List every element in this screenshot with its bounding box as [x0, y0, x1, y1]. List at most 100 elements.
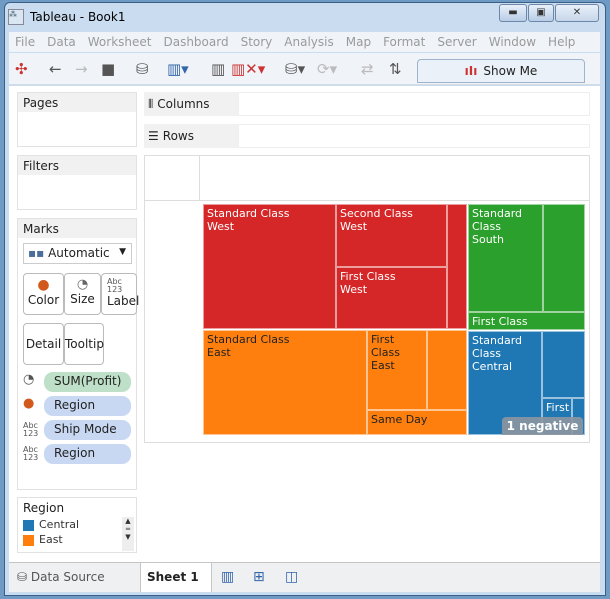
tile-label: Same Day	[371, 413, 428, 426]
detail-label: Detail	[25, 337, 62, 351]
filters-title: Filters	[18, 156, 136, 175]
pill-ship-mode[interactable]: Ship Mode	[44, 420, 131, 440]
menu-analysis[interactable]: Analysis	[278, 35, 339, 49]
tile-second-east[interactable]	[427, 330, 467, 410]
color-icon: ●	[23, 396, 35, 411]
tile-first-south[interactable]: First Class	[468, 312, 585, 330]
menu-dashboard[interactable]: Dashboard	[157, 35, 234, 49]
tile-label: West	[207, 220, 235, 233]
abc-123-icon: Abc 123	[107, 278, 136, 294]
tile-label: South	[472, 233, 504, 246]
rows-shelf[interactable]	[238, 124, 590, 148]
size-icon: ◔	[23, 372, 35, 387]
menu-bar: File Data Worksheet Dashboard Story Anal…	[9, 32, 600, 52]
tile-label: First Class	[472, 315, 528, 328]
label-label: Label	[107, 294, 140, 308]
detail-button[interactable]: Detail	[23, 323, 64, 365]
menu-server[interactable]: Server	[431, 35, 482, 49]
tile-standard-west[interactable]: Standard Class West	[203, 204, 336, 329]
tile-label: First Class	[340, 270, 396, 283]
rows-shelf-label: ☰ Rows	[144, 124, 238, 148]
columns-shelf-label: ⦀ Columns	[144, 92, 238, 116]
label-icon: Abc 123	[23, 421, 39, 438]
new-story-icon[interactable]: ◫	[285, 569, 298, 585]
tooltip-label: Tooltip	[65, 337, 104, 351]
sheet-1-tab[interactable]: Sheet 1	[140, 563, 212, 592]
tile-label: Standard	[472, 334, 523, 347]
legend-item-central[interactable]: Central	[18, 517, 136, 532]
tile-second-south[interactable]	[543, 204, 585, 312]
rows-icon: ☰	[148, 129, 159, 143]
tile-second-central[interactable]	[542, 331, 585, 398]
data-source-label: Data Source	[30, 570, 105, 584]
color-label: Color	[27, 293, 60, 307]
menu-story[interactable]: Story	[235, 35, 279, 49]
menu-worksheet[interactable]: Worksheet	[82, 35, 158, 49]
size-label: Size	[70, 292, 95, 306]
sort-icon[interactable]: ⇅	[389, 60, 402, 78]
new-worksheet-icon[interactable]: ▥	[221, 569, 234, 585]
tile-standard-south[interactable]: Standard Class South	[468, 204, 543, 312]
tile-first-west[interactable]: First Class West	[336, 267, 447, 329]
forward-icon[interactable]: →	[75, 60, 88, 78]
pill-region-color[interactable]: Region	[44, 396, 131, 416]
pages-card[interactable]: Pages	[17, 92, 137, 147]
back-icon[interactable]: ←	[49, 60, 62, 78]
menu-map[interactable]: Map	[340, 35, 377, 49]
legend-label: East	[39, 533, 63, 546]
marks-title: Marks	[18, 219, 136, 238]
swap-icon[interactable]: ⇄	[361, 60, 374, 78]
menu-window[interactable]: Window	[483, 35, 542, 49]
window-title: Tableau - Book1	[30, 10, 126, 24]
tile-label: West	[340, 283, 368, 296]
new-dashboard-icon[interactable]: ⊞	[253, 569, 265, 585]
sheet-tab-bar: ⛁ Data Source Sheet 1 ▥ ⊞ ◫	[9, 562, 600, 592]
pages-title: Pages	[18, 93, 136, 112]
menu-help[interactable]: Help	[542, 35, 581, 49]
mark-type-value: Automatic	[48, 246, 110, 260]
tile-second-west[interactable]: Second Class West	[336, 204, 447, 267]
menu-file[interactable]: File	[9, 35, 41, 49]
tableau-home-icon[interactable]: ✣	[15, 60, 28, 78]
tile-label: Class	[472, 347, 501, 360]
tooltip-button[interactable]: Tooltip	[64, 323, 104, 365]
close-button[interactable]: ✕	[555, 4, 599, 22]
minimize-button[interactable]: ▬	[499, 4, 527, 22]
tile-label: First	[546, 401, 570, 414]
size-button[interactable]: ◔ Size	[64, 273, 101, 315]
rows-label: Rows	[162, 129, 194, 143]
clear-sheet-icon[interactable]: ▥✕▾	[231, 60, 265, 78]
title-bar: ⁂ Tableau - Book1	[8, 6, 125, 28]
tile-label: East	[371, 359, 395, 372]
legend-item-east[interactable]: East	[18, 532, 136, 547]
color-button[interactable]: ● Color	[23, 273, 64, 315]
legend-scrollbar[interactable]: ▲ ═ ▼	[122, 517, 134, 551]
columns-shelf[interactable]	[238, 92, 590, 116]
filters-card[interactable]: Filters	[17, 155, 137, 210]
maximize-button[interactable]: ▣	[528, 4, 554, 22]
label-button[interactable]: Abc 123 Label	[101, 273, 140, 315]
chevron-down-icon: ▼	[119, 247, 126, 257]
tile-sameday-west[interactable]	[447, 204, 467, 329]
pause-updates-icon[interactable]: ⛁▾	[285, 60, 305, 78]
negative-values-badge[interactable]: 1 negative	[502, 417, 583, 435]
save-icon[interactable]: ■	[101, 60, 115, 78]
menu-data[interactable]: Data	[41, 35, 82, 49]
mark-type-dropdown[interactable]: ▪▪ Automatic ▼	[23, 243, 132, 264]
refresh-icon[interactable]: ⟳▾	[317, 60, 337, 78]
pill-region-label[interactable]: Region	[44, 444, 131, 464]
duplicate-sheet-icon[interactable]: ▥	[211, 60, 225, 78]
new-worksheet-icon[interactable]: ▥▾	[167, 60, 189, 78]
pill-sum-profit[interactable]: SUM(Profit)	[44, 372, 131, 392]
tile-first-east[interactable]: First Class East	[367, 330, 427, 410]
size-icon: ◔	[76, 277, 89, 292]
num-text: 123	[107, 285, 123, 294]
show-me-button[interactable]: ıIı Show Me	[417, 59, 585, 83]
tile-sameday-east[interactable]: Same Day	[367, 410, 467, 435]
tile-label: Central	[472, 360, 513, 373]
tile-standard-east[interactable]: Standard Class East	[203, 330, 367, 435]
tile-label: East	[207, 346, 231, 359]
new-data-source-icon[interactable]: ⛁	[136, 60, 149, 78]
data-source-tab[interactable]: ⛁ Data Source	[9, 563, 139, 592]
menu-format[interactable]: Format	[377, 35, 431, 49]
